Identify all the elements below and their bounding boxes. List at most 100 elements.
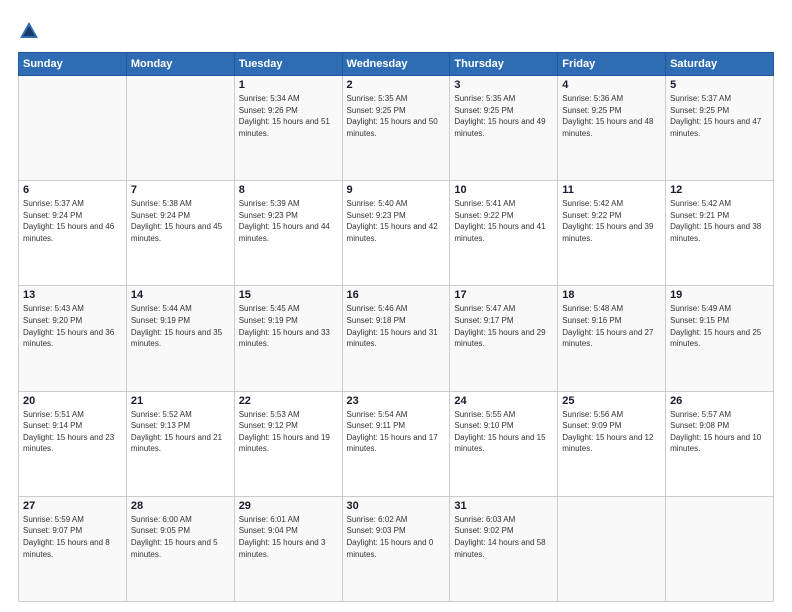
day-number: 13 — [23, 289, 122, 301]
day-number: 1 — [239, 79, 338, 91]
day-number: 16 — [347, 289, 446, 301]
calendar-day-cell: 10Sunrise: 5:41 AM Sunset: 9:22 PM Dayli… — [450, 181, 558, 286]
day-number: 31 — [454, 500, 553, 512]
day-number: 17 — [454, 289, 553, 301]
day-info: Sunrise: 5:34 AM Sunset: 9:26 PM Dayligh… — [239, 93, 338, 139]
day-info: Sunrise: 5:42 AM Sunset: 9:21 PM Dayligh… — [670, 198, 769, 244]
calendar-day-cell: 12Sunrise: 5:42 AM Sunset: 9:21 PM Dayli… — [666, 181, 774, 286]
day-info: Sunrise: 5:37 AM Sunset: 9:25 PM Dayligh… — [670, 93, 769, 139]
day-info: Sunrise: 6:01 AM Sunset: 9:04 PM Dayligh… — [239, 514, 338, 560]
calendar-header-row: SundayMondayTuesdayWednesdayThursdayFrid… — [19, 53, 774, 76]
calendar-week-row: 27Sunrise: 5:59 AM Sunset: 9:07 PM Dayli… — [19, 496, 774, 601]
weekday-header: Saturday — [666, 53, 774, 76]
calendar-day-cell: 5 Sunrise: 5:37 AM Sunset: 9:25 PM Daylig… — [666, 76, 774, 181]
day-number: 2 — [347, 79, 446, 91]
day-info: Sunrise: 5:42 AM Sunset: 9:22 PM Dayligh… — [562, 198, 661, 244]
day-info: Sunrise: 5:45 AM Sunset: 9:19 PM Dayligh… — [239, 303, 338, 349]
calendar-day-cell: 1 Sunrise: 5:34 AM Sunset: 9:26 PM Daylig… — [234, 76, 342, 181]
calendar-day-cell: 24 Sunrise: 5:55 AM Sunset: 9:10 PM Dayli… — [450, 391, 558, 496]
calendar-day-cell: 19 Sunrise: 5:49 AM Sunset: 9:15 PM Dayli… — [666, 286, 774, 391]
weekday-header: Monday — [126, 53, 234, 76]
day-number: 21 — [131, 395, 230, 407]
calendar-day-cell: 16Sunrise: 5:46 AM Sunset: 9:18 PM Dayli… — [342, 286, 450, 391]
day-info: Sunrise: 5:43 AM Sunset: 9:20 PM Dayligh… — [23, 303, 122, 349]
day-number: 19 — [670, 289, 769, 301]
day-info: Sunrise: 5:52 AM Sunset: 9:13 PM Dayligh… — [131, 409, 230, 455]
day-number: 23 — [347, 395, 446, 407]
day-number: 7 — [131, 184, 230, 196]
day-info: Sunrise: 5:35 AM Sunset: 9:25 PM Dayligh… — [347, 93, 446, 139]
day-number: 8 — [239, 184, 338, 196]
day-info: Sunrise: 5:54 AM Sunset: 9:11 PM Dayligh… — [347, 409, 446, 455]
calendar-day-cell: 2 Sunrise: 5:35 AM Sunset: 9:25 PM Daylig… — [342, 76, 450, 181]
calendar-day-cell: 3 Sunrise: 5:35 AM Sunset: 9:25 PM Daylig… — [450, 76, 558, 181]
calendar-day-cell: 8 Sunrise: 5:39 AM Sunset: 9:23 PM Daylig… — [234, 181, 342, 286]
weekday-header: Thursday — [450, 53, 558, 76]
day-number: 30 — [347, 500, 446, 512]
day-number: 26 — [670, 395, 769, 407]
day-number: 20 — [23, 395, 122, 407]
weekday-header: Friday — [558, 53, 666, 76]
calendar-week-row: 1 Sunrise: 5:34 AM Sunset: 9:26 PM Daylig… — [19, 76, 774, 181]
day-number: 25 — [562, 395, 661, 407]
calendar-day-cell — [19, 76, 127, 181]
calendar-day-cell: 11 Sunrise: 5:42 AM Sunset: 9:22 PM Dayli… — [558, 181, 666, 286]
day-info: Sunrise: 5:36 AM Sunset: 9:25 PM Dayligh… — [562, 93, 661, 139]
day-info: Sunrise: 5:51 AM Sunset: 9:14 PM Dayligh… — [23, 409, 122, 455]
day-info: Sunrise: 5:48 AM Sunset: 9:16 PM Dayligh… — [562, 303, 661, 349]
calendar-day-cell: 20 Sunrise: 5:51 AM Sunset: 9:14 PM Dayli… — [19, 391, 127, 496]
day-number: 28 — [131, 500, 230, 512]
day-info: Sunrise: 5:53 AM Sunset: 9:12 PM Dayligh… — [239, 409, 338, 455]
calendar-day-cell: 30Sunrise: 6:02 AM Sunset: 9:03 PM Dayli… — [342, 496, 450, 601]
header — [18, 18, 774, 42]
calendar-day-cell: 13 Sunrise: 5:43 AM Sunset: 9:20 PM Dayli… — [19, 286, 127, 391]
calendar-day-cell: 18 Sunrise: 5:48 AM Sunset: 9:16 PM Dayli… — [558, 286, 666, 391]
weekday-header: Wednesday — [342, 53, 450, 76]
day-info: Sunrise: 5:57 AM Sunset: 9:08 PM Dayligh… — [670, 409, 769, 455]
calendar-day-cell: 6Sunrise: 5:37 AM Sunset: 9:24 PM Daylig… — [19, 181, 127, 286]
day-info: Sunrise: 5:59 AM Sunset: 9:07 PM Dayligh… — [23, 514, 122, 560]
calendar-day-cell — [666, 496, 774, 601]
weekday-header: Tuesday — [234, 53, 342, 76]
calendar-day-cell: 23 Sunrise: 5:54 AM Sunset: 9:11 PM Dayli… — [342, 391, 450, 496]
calendar-day-cell: 15 Sunrise: 5:45 AM Sunset: 9:19 PM Dayli… — [234, 286, 342, 391]
day-info: Sunrise: 5:56 AM Sunset: 9:09 PM Dayligh… — [562, 409, 661, 455]
day-number: 29 — [239, 500, 338, 512]
day-info: Sunrise: 5:49 AM Sunset: 9:15 PM Dayligh… — [670, 303, 769, 349]
day-info: Sunrise: 5:37 AM Sunset: 9:24 PM Dayligh… — [23, 198, 122, 244]
day-info: Sunrise: 5:41 AM Sunset: 9:22 PM Dayligh… — [454, 198, 553, 244]
calendar-day-cell: 4Sunrise: 5:36 AM Sunset: 9:25 PM Daylig… — [558, 76, 666, 181]
calendar-day-cell: 29 Sunrise: 6:01 AM Sunset: 9:04 PM Dayli… — [234, 496, 342, 601]
calendar-day-cell: 26 Sunrise: 5:57 AM Sunset: 9:08 PM Dayli… — [666, 391, 774, 496]
day-number: 3 — [454, 79, 553, 91]
calendar-day-cell — [126, 76, 234, 181]
day-number: 15 — [239, 289, 338, 301]
calendar-day-cell: 22 Sunrise: 5:53 AM Sunset: 9:12 PM Dayli… — [234, 391, 342, 496]
day-info: Sunrise: 5:35 AM Sunset: 9:25 PM Dayligh… — [454, 93, 553, 139]
calendar-day-cell: 25 Sunrise: 5:56 AM Sunset: 9:09 PM Dayli… — [558, 391, 666, 496]
day-number: 5 — [670, 79, 769, 91]
day-number: 18 — [562, 289, 661, 301]
day-info: Sunrise: 5:39 AM Sunset: 9:23 PM Dayligh… — [239, 198, 338, 244]
calendar-day-cell: 14 Sunrise: 5:44 AM Sunset: 9:19 PM Dayli… — [126, 286, 234, 391]
day-info: Sunrise: 5:38 AM Sunset: 9:24 PM Dayligh… — [131, 198, 230, 244]
day-number: 14 — [131, 289, 230, 301]
day-info: Sunrise: 6:03 AM Sunset: 9:02 PM Dayligh… — [454, 514, 553, 560]
calendar-day-cell: 31 Sunrise: 6:03 AM Sunset: 9:02 PM Dayli… — [450, 496, 558, 601]
calendar-day-cell: 21 Sunrise: 5:52 AM Sunset: 9:13 PM Dayli… — [126, 391, 234, 496]
day-number: 22 — [239, 395, 338, 407]
weekday-header: Sunday — [19, 53, 127, 76]
calendar-day-cell: 28Sunrise: 6:00 AM Sunset: 9:05 PM Dayli… — [126, 496, 234, 601]
calendar-table: SundayMondayTuesdayWednesdayThursdayFrid… — [18, 52, 774, 602]
calendar-week-row: 20 Sunrise: 5:51 AM Sunset: 9:14 PM Dayli… — [19, 391, 774, 496]
logo-icon — [18, 20, 40, 42]
calendar-day-cell — [558, 496, 666, 601]
calendar-week-row: 6Sunrise: 5:37 AM Sunset: 9:24 PM Daylig… — [19, 181, 774, 286]
calendar-day-cell: 7 Sunrise: 5:38 AM Sunset: 9:24 PM Daylig… — [126, 181, 234, 286]
day-number: 24 — [454, 395, 553, 407]
day-number: 9 — [347, 184, 446, 196]
day-info: Sunrise: 5:44 AM Sunset: 9:19 PM Dayligh… — [131, 303, 230, 349]
day-info: Sunrise: 5:55 AM Sunset: 9:10 PM Dayligh… — [454, 409, 553, 455]
calendar-day-cell: 27Sunrise: 5:59 AM Sunset: 9:07 PM Dayli… — [19, 496, 127, 601]
day-number: 11 — [562, 184, 661, 196]
